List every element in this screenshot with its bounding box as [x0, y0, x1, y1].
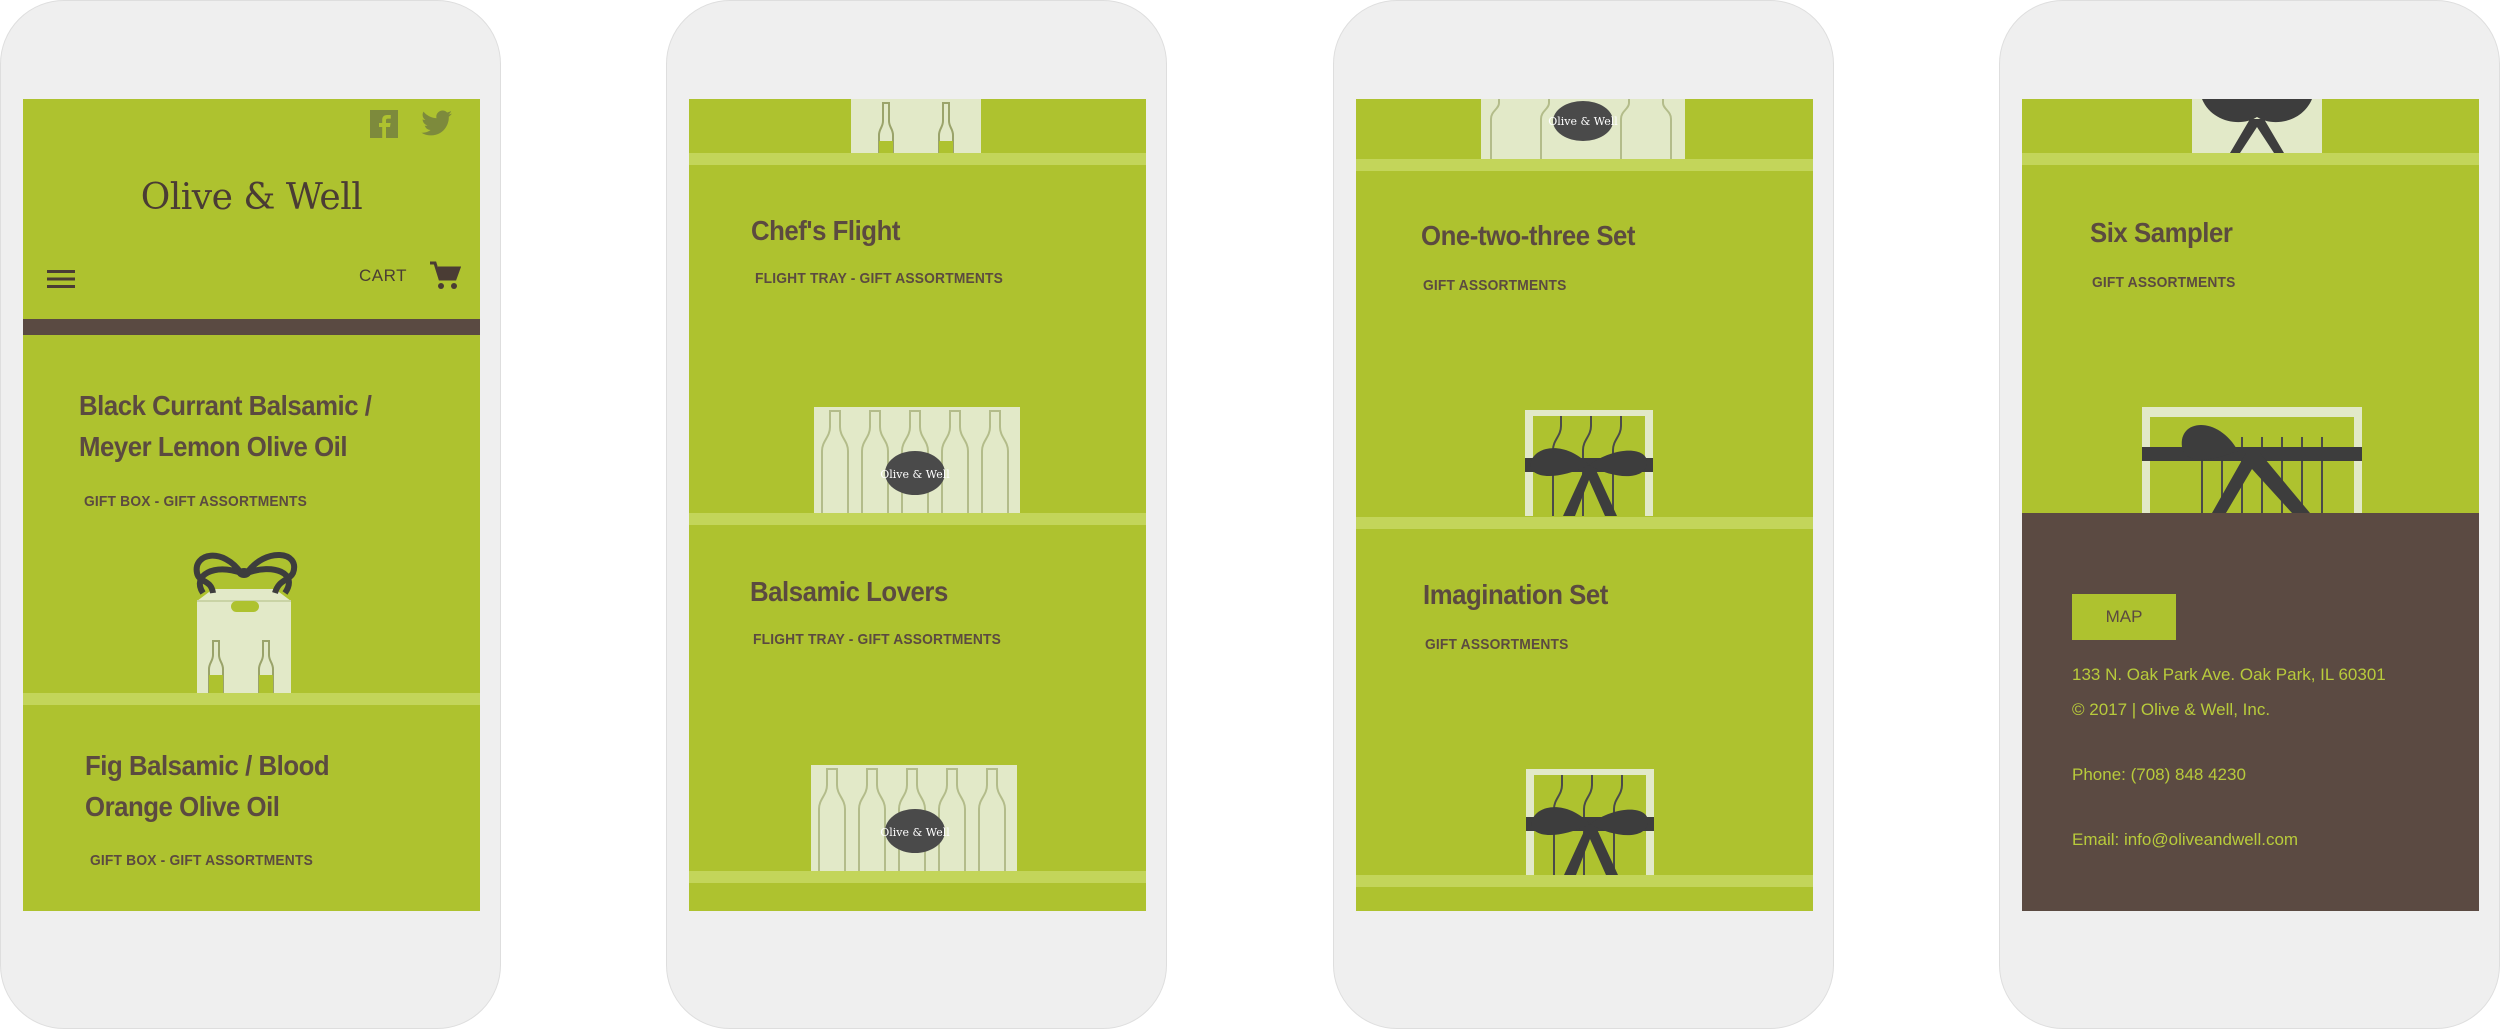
map-button[interactable]: MAP	[2072, 594, 2176, 640]
product-image	[2192, 99, 2322, 153]
product-image: Olive & Well	[1481, 99, 1685, 159]
menu-icon[interactable]	[47, 267, 77, 291]
product-title: Six Sampler	[2090, 217, 2233, 248]
screen-product-footer[interactable]: Six Sampler GIFT ASSORTMENTS MAP 133 N. …	[2022, 99, 2479, 911]
shelf-divider	[689, 153, 1146, 165]
flight-tray-image: Olive & Well	[814, 407, 1020, 515]
phone-frame-2: Chef's Flight FLIGHT TRAY - GIFT ASSORTM…	[666, 0, 1167, 1029]
cart-icon[interactable]	[429, 261, 462, 291]
phone-frame-1: Olive & Well CART Black Currant Balsamic…	[0, 0, 501, 1029]
shelf-divider	[689, 871, 1146, 883]
twitter-icon[interactable]	[420, 109, 454, 139]
footer-copyright: © 2017 | Olive & Well, Inc.	[2072, 700, 2271, 719]
product-image	[851, 99, 981, 155]
product-title: Imagination Set	[1423, 579, 1608, 610]
gift-set-image	[1526, 769, 1654, 875]
phone-frame-3: Olive & Well One-two-three Set GIFT ASSO…	[1333, 0, 1834, 1029]
footer-phone[interactable]: Phone: (708) 848 4230	[2072, 765, 2246, 785]
phone-frame-4: Six Sampler GIFT ASSORTMENTS MAP 133 N. …	[1999, 0, 2500, 1029]
badge-text: Olive & Well	[1548, 115, 1618, 128]
product-title: Black Currant Balsamic / Meyer Lemon Oli…	[79, 390, 372, 462]
gift-set-image	[1525, 410, 1653, 516]
footer-address: 133 N. Oak Park Ave. Oak Park, IL 60301	[2072, 665, 2386, 684]
shelf-divider	[1356, 875, 1813, 887]
gift-set-image	[2142, 407, 2362, 513]
product-title: Fig Balsamic / Blood Orange Olive Oil	[85, 750, 330, 822]
facebook-icon[interactable]	[369, 109, 399, 139]
product-category: FLIGHT TRAY - GIFT ASSORTMENTS	[753, 631, 1002, 648]
flight-tray-image: Olive & Well	[811, 765, 1017, 873]
badge-text: Olive & Well	[880, 468, 950, 481]
badge-text: Olive & Well	[880, 826, 950, 839]
shelf-divider	[1356, 517, 1813, 529]
brand-logo[interactable]: Olive & Well	[23, 177, 480, 218]
screen-home[interactable]: Olive & Well CART Black Currant Balsamic…	[23, 99, 480, 911]
site-footer: MAP 133 N. Oak Park Ave. Oak Park, IL 60…	[2022, 513, 2479, 911]
screen-product-list-2[interactable]: Olive & Well One-two-three Set GIFT ASSO…	[1356, 99, 1813, 911]
cart-label[interactable]: CART	[359, 266, 407, 286]
gift-box-image	[193, 552, 298, 693]
product-category: GIFT ASSORTMENTS	[1423, 277, 1567, 294]
product-title: Balsamic Lovers	[750, 576, 948, 607]
product-title: Chef's Flight	[751, 215, 900, 246]
product-title: One-two-three Set	[1421, 220, 1636, 251]
header-divider	[23, 319, 480, 335]
shelf-divider	[1356, 159, 1813, 171]
product-category: GIFT ASSORTMENTS	[1425, 636, 1569, 653]
shelf-divider	[23, 693, 480, 705]
product-category: GIFT ASSORTMENTS	[2092, 274, 2236, 291]
product-category: FLIGHT TRAY - GIFT ASSORTMENTS	[755, 270, 1004, 287]
product-category: GIFT BOX - GIFT ASSORTMENTS	[90, 852, 313, 869]
shelf-divider	[2022, 153, 2479, 165]
shelf-divider	[689, 513, 1146, 525]
footer-email[interactable]: Email: info@oliveandwell.com	[2072, 830, 2298, 850]
product-category: GIFT BOX - GIFT ASSORTMENTS	[84, 493, 307, 510]
screen-product-list-1[interactable]: Chef's Flight FLIGHT TRAY - GIFT ASSORTM…	[689, 99, 1146, 911]
